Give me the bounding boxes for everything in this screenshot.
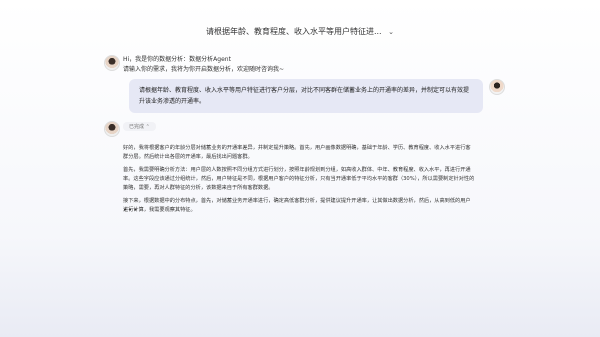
conversation-title[interactable]: 请根据年龄、教育程度、收入水平等用户特征进... ⌄ bbox=[0, 26, 600, 37]
bot-avatar bbox=[104, 121, 120, 137]
chevron-up-icon: ⌃ bbox=[145, 124, 150, 130]
bot-intro-line-1: Hi，我是你的数据分析：数据分析Agent bbox=[123, 56, 231, 63]
tool-status-label: 已完成 bbox=[129, 124, 145, 130]
bot-answer: 好的，我将根据客户的年龄分层对储蓄业务的开通率差异，并制定提升策略。首先，用户画… bbox=[123, 144, 475, 219]
bot-intro-message: Hi，我是你的数据分析：数据分析Agent 请输入你的需求，我将为你开启数据分析… bbox=[123, 55, 284, 75]
bot-avatar bbox=[104, 55, 120, 71]
user-avatar bbox=[489, 79, 505, 95]
bot-intro-line-2: 请输入你的需求，我将为你开启数据分析，欢迎随时咨询我~ bbox=[123, 66, 285, 73]
conversation-title-text: 请根据年龄、教育程度、收入水平等用户特征进... bbox=[205, 27, 382, 36]
tool-status-pill[interactable]: 已完成 ⌃ bbox=[123, 122, 156, 131]
answer-paragraph: 首先，我需要明确分析方法：用户层的人数按照不同分组方式进行划分，按照年龄规划到分… bbox=[123, 167, 475, 191]
typing-indicator: ••• bbox=[123, 206, 139, 214]
user-message-text: 请根据年龄、教育程度、收入水平等用户特征进行客户分层，对比不同客群在储蓄业务上的… bbox=[139, 87, 470, 105]
answer-paragraph: 好的，我将根据客户的年龄分层对储蓄业务的开通率差异，并制定提升策略。首先，用户画… bbox=[123, 145, 471, 160]
user-message-bubble: 请根据年龄、教育程度、收入水平等用户特征进行客户分层，对比不同客群在储蓄业务上的… bbox=[129, 79, 483, 113]
answer-paragraph: 接下来，根据数据中的分布特点，首先，对储蓄业务开通率进行，确定高低客群分析，提供… bbox=[123, 198, 471, 213]
chevron-down-icon[interactable]: ⌄ bbox=[388, 28, 394, 36]
